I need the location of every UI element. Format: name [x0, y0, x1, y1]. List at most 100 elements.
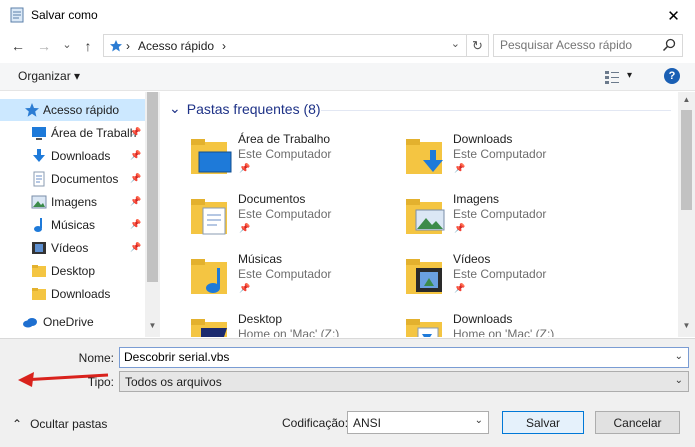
nav-scrollbar-thumb[interactable]: [147, 92, 158, 282]
close-button[interactable]: ✕: [652, 0, 695, 31]
path-separator: ›: [126, 39, 130, 53]
pin-icon: 📌: [130, 219, 142, 229]
tile-desktop-mac[interactable]: Desktop Home on 'Mac' (Z:): [169, 312, 384, 337]
content-scrollbar-thumb[interactable]: [681, 110, 692, 210]
cloud-icon: [23, 318, 37, 328]
download-icon: [33, 149, 45, 162]
address-dropdown-button[interactable]: ⌄: [451, 37, 460, 50]
address-bar[interactable]: › Acesso rápido › ⌄ ↻: [103, 34, 489, 57]
encoding-select[interactable]: ANSI ⌄: [347, 411, 489, 434]
back-button[interactable]: ←: [9, 35, 27, 57]
nav-label: Desktop: [51, 264, 96, 278]
documents-folder-icon: [191, 199, 227, 235]
navigation-pane[interactable]: Acesso rápido Área de Trabalh 📌 Download…: [0, 92, 160, 337]
nav-item-musicas[interactable]: Músicas 📌: [0, 214, 145, 236]
content-scrollbar[interactable]: ▲ ▼: [678, 92, 695, 337]
breadcrumb-acesso-rapido[interactable]: Acesso rápido: [138, 39, 214, 53]
pin-icon: 📌: [454, 223, 466, 233]
recent-locations-button[interactable]: ⌄: [58, 33, 76, 55]
tile-videos[interactable]: Vídeos Este Computador 📌: [384, 252, 599, 308]
folder-icon: [32, 288, 46, 300]
picture-icon: [31, 195, 47, 209]
tile-name: Downloads: [453, 132, 513, 146]
tile-downloads-mac[interactable]: Downloads Home on 'Mac' (Z:): [384, 312, 599, 337]
search-icon[interactable]: [662, 38, 676, 52]
scroll-down-icon[interactable]: ▼: [678, 321, 695, 330]
tile-name: Vídeos: [453, 252, 491, 266]
nav-item-onedrive[interactable]: OneDrive: [0, 311, 145, 333]
tile-downloads[interactable]: Downloads Este Computador 📌: [384, 132, 599, 188]
tile-name: Desktop: [238, 312, 283, 326]
path-separator-end[interactable]: ›: [222, 39, 226, 53]
file-name-combo[interactable]: ⌄: [119, 347, 689, 368]
tile-imagens[interactable]: Imagens Este Computador 📌: [384, 192, 599, 248]
title-bar: [0, 0, 695, 31]
video-icon: [32, 242, 46, 254]
search-box[interactable]: [493, 34, 683, 57]
command-bar: Organizar ▾ ▾ ?: [0, 63, 695, 91]
scroll-down-icon[interactable]: ▼: [145, 321, 160, 330]
nav-item-videos[interactable]: Vídeos 📌: [0, 237, 145, 259]
file-name-input[interactable]: [124, 350, 664, 364]
nav-item-acesso-rapido[interactable]: Acesso rápido: [0, 99, 145, 121]
nav-item-area-de-trabalho[interactable]: Área de Trabalh 📌: [0, 122, 145, 144]
group-divider: [321, 110, 671, 111]
pin-icon: 📌: [130, 127, 142, 137]
tile-location: Este Computador: [453, 207, 547, 221]
organize-menu[interactable]: Organizar ▾: [18, 69, 80, 83]
star-icon: [110, 40, 122, 52]
tile-location: Home on 'Mac' (Z:): [238, 327, 340, 337]
nav-label: Documentos: [51, 172, 119, 186]
tile-location: Este Computador: [238, 207, 332, 221]
tile-location: Este Computador: [453, 147, 547, 161]
search-input[interactable]: [500, 38, 660, 52]
pin-icon: 📌: [239, 163, 251, 173]
refresh-button[interactable]: ↻: [466, 35, 488, 56]
file-type-select[interactable]: Todos os arquivos ⌄: [119, 371, 689, 392]
mac-desktop-folder-icon: [191, 319, 227, 337]
pin-icon: 📌: [454, 163, 466, 173]
chevron-up-icon: ⌃: [12, 417, 23, 431]
group-title: Pastas frequentes (8): [186, 100, 321, 117]
nav-item-downloads-pinned[interactable]: Downloads 📌: [0, 145, 145, 167]
view-dropdown-icon[interactable]: ▾: [627, 70, 632, 81]
nav-item-documentos[interactable]: Documentos 📌: [0, 168, 145, 190]
window-title: Salvar como: [31, 8, 98, 22]
change-view-button[interactable]: ▾: [604, 69, 634, 85]
document-icon: [33, 171, 45, 187]
tile-area-de-trabalho[interactable]: Área de Trabalho Este Computador 📌: [169, 132, 384, 188]
star-icon: [25, 103, 39, 117]
up-button[interactable]: ↑: [79, 35, 97, 57]
chevron-down-icon[interactable]: ⌄: [675, 375, 683, 386]
nav-label: Vídeos: [51, 241, 89, 255]
nav-item-imagens[interactable]: Imagens 📌: [0, 191, 145, 213]
scroll-up-icon[interactable]: ▲: [678, 95, 695, 104]
pin-icon: 📌: [130, 196, 142, 206]
tile-musicas[interactable]: Músicas Este Computador 📌: [169, 252, 384, 308]
mac-downloads-folder-icon: [406, 319, 442, 337]
encoding-value: ANSI: [353, 416, 382, 430]
chevron-down-icon[interactable]: ⌄: [675, 351, 683, 362]
chevron-down-icon[interactable]: ⌄: [475, 415, 483, 426]
nav-label: Imagens: [51, 195, 98, 209]
nav-scrollbar[interactable]: ▼: [145, 92, 160, 337]
chevron-down-icon[interactable]: ⌄: [169, 100, 181, 117]
folder-icon: [32, 265, 46, 277]
forward-button[interactable]: →: [35, 35, 53, 57]
hide-folders-button[interactable]: ⌃ Ocultar pastas: [12, 417, 107, 431]
help-button[interactable]: ?: [664, 68, 680, 84]
content-pane[interactable]: ⌄ Pastas frequentes (8) Área de Trabalho…: [161, 92, 678, 337]
tile-documentos[interactable]: Documentos Este Computador 📌: [169, 192, 384, 248]
tile-location: Este Computador: [238, 267, 332, 281]
nav-item-downloads[interactable]: Downloads: [0, 283, 145, 305]
group-header[interactable]: ⌄ Pastas frequentes (8): [169, 100, 321, 117]
notepad-icon: [10, 7, 24, 23]
save-button[interactable]: Salvar: [502, 411, 584, 434]
pin-icon: 📌: [454, 283, 466, 293]
nav-item-desktop[interactable]: Desktop: [0, 260, 145, 282]
nav-label: Downloads: [51, 149, 111, 163]
desktop-folder-icon: [191, 139, 232, 174]
desktop-icon: [32, 127, 46, 140]
cancel-button[interactable]: Cancelar: [595, 411, 680, 434]
nav-label: Downloads: [51, 287, 111, 301]
